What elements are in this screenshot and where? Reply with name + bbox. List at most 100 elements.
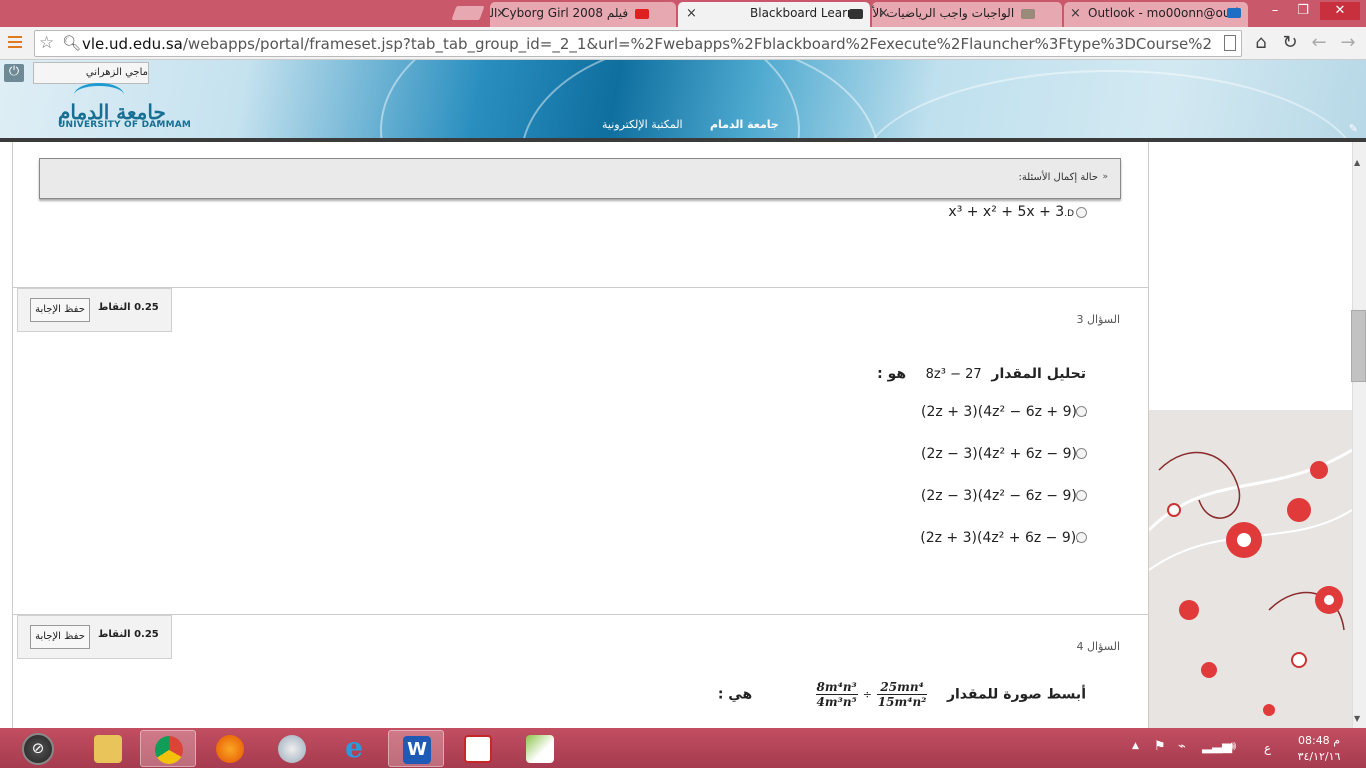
internet-explorer-icon: e [345, 731, 363, 764]
user-name: ماجي الزهراني [85, 67, 148, 78]
decorative-side-panel [1149, 142, 1352, 728]
minimize-button[interactable]: – [1262, 2, 1288, 20]
option-expression: (2z − 3)(4z² + 6z − 9) [921, 446, 1077, 462]
search-icon: 🔍︎ [62, 34, 82, 52]
scrollbar-thumb[interactable] [1351, 310, 1366, 382]
word-icon: W [403, 736, 431, 764]
page-icon [1021, 8, 1035, 19]
q4-number: السؤال 4 [1076, 640, 1120, 653]
q4-text-suffix: هي : [717, 686, 753, 703]
page-icon[interactable] [1224, 35, 1236, 51]
question-completion-status[interactable]: حالة إكمال الأسئلة: » [39, 158, 1121, 199]
q3-option-b-radio[interactable] [1076, 448, 1087, 459]
nav-link-library[interactable]: المكتبة الإلكترونية [602, 118, 683, 131]
q3-header-box: حفظ الإجابة 0.25 النقاط [17, 288, 172, 332]
tab-homework[interactable]: الواجبات واجب الرياضيات الأ × [872, 2, 1062, 27]
taskbar-firefox[interactable] [202, 730, 258, 767]
taskbar-paint[interactable] [264, 730, 320, 767]
paint-palette-icon [278, 735, 306, 763]
q3-option-a-radio[interactable] [1076, 406, 1087, 417]
acrobat-icon [464, 735, 492, 763]
site-banner [0, 60, 1366, 142]
scroll-up-icon[interactable]: ▲ [1354, 158, 1360, 167]
page-scrollbar[interactable] [1352, 142, 1366, 728]
close-icon[interactable]: × [1070, 2, 1081, 25]
clock-date[interactable]: ٣٤/١٢/١٦ [1296, 750, 1342, 763]
floral-decoration [1149, 410, 1352, 728]
chrome-icon [155, 736, 183, 764]
option-expression: (2z + 3)(4z² − 6z + 9) [921, 404, 1077, 420]
q3-question-text: تحليل المقدار 8z³ − 27 هو : [877, 366, 1086, 382]
q3-option-d-radio[interactable] [1076, 532, 1087, 543]
flag-icon[interactable]: ⚑ [1154, 739, 1166, 754]
taskbar-acrobat[interactable] [450, 730, 506, 767]
q4-fraction-left: 8m⁴n³ 4m³n⁵ [815, 680, 858, 709]
outlook-icon [1227, 8, 1241, 18]
browser-toolbar: ☆ 🔍︎ vle.ud.edu.sa/webapps/portal/frames… [0, 27, 1366, 60]
taskbar-word[interactable]: W [388, 730, 444, 767]
forward-icon[interactable]: → [1337, 32, 1359, 53]
user-name-bar[interactable]: ماجي الزهراني [33, 62, 149, 84]
tab-title: Outlook - mo00onn@outl [1088, 6, 1239, 20]
floral-pattern-icon [1149, 448, 1352, 716]
home-icon[interactable]: ⌂ [1250, 32, 1272, 53]
volume-icon[interactable]: 🔊︎ [1228, 739, 1236, 754]
scroll-down-icon[interactable]: ▼ [1354, 714, 1360, 723]
q4-save-answer-button[interactable]: حفظ الإجابة [30, 625, 90, 649]
close-icon[interactable]: × [686, 2, 697, 25]
language-indicator[interactable]: ع [1264, 741, 1271, 755]
q3-expression: 8z³ − 27 [925, 367, 982, 382]
clock-time[interactable]: 08:48 م [1296, 734, 1342, 747]
taskbar-draw[interactable] [512, 730, 568, 767]
folder-icon [94, 735, 122, 763]
q2-option-d-radio[interactable] [1076, 207, 1087, 218]
start-button[interactable]: ⊘ [22, 733, 54, 765]
address-bar[interactable]: ☆ 🔍︎ vle.ud.edu.sa/webapps/portal/frames… [34, 30, 1242, 57]
chevron-down-icon[interactable]: » [1102, 172, 1108, 182]
q3-option-a: (2z + 3)(4z² − 6z + 9).A [921, 404, 1086, 424]
completion-status-label: حالة إكمال الأسئلة: [1018, 172, 1098, 183]
option-letter: .D [1064, 209, 1074, 219]
close-icon[interactable]: × [496, 2, 507, 25]
blackboard-icon [849, 9, 863, 19]
divide-sign: ÷ [862, 688, 872, 701]
pen-icon [526, 735, 554, 763]
q3-points: 0.25 النقاط [98, 302, 159, 313]
tab-outlook[interactable]: × Outlook - mo00onn@outl [1064, 2, 1248, 27]
q4-question-text: أبسط صورة للمقدار 8m⁴n³ 4m³n⁵ ÷ 25mn⁴ 15m⁴… [718, 680, 1086, 709]
q3-option-d: (2z + 3)(4z² + 6z − 9).D [920, 530, 1086, 550]
q3-option-c: (2z − 3)(4z² − 6z − 9).C [921, 488, 1086, 508]
back-icon[interactable]: ← [1308, 32, 1330, 53]
browser-tab-strip: فيلم Cyborg Girl 2008 الياباني × × Black… [0, 0, 1366, 27]
reload-icon[interactable]: ↻ [1279, 32, 1301, 53]
url-text[interactable]: vle.ud.edu.sa/webapps/portal/frameset.js… [82, 35, 1212, 53]
close-icon[interactable]: × [878, 2, 889, 25]
logout-icon[interactable]: ⏻ [4, 64, 24, 82]
nav-link-university[interactable]: جامعة الدمام [710, 118, 779, 131]
question-divider [12, 287, 1148, 288]
edit-icon[interactable]: ✎ [1349, 122, 1358, 135]
university-logo-english: UNIVERSITY OF DAMMAM [58, 120, 192, 130]
maximize-button[interactable]: ❐ [1290, 2, 1316, 20]
taskbar-chrome[interactable] [140, 730, 196, 767]
q3-option-c-radio[interactable] [1076, 490, 1087, 501]
q4-expression: 8m⁴n³ 4m³n⁵ ÷ 25mn⁴ 15m⁴n² [815, 680, 928, 709]
star-icon[interactable]: ☆ [39, 33, 54, 53]
new-tab-button[interactable] [451, 6, 485, 20]
q2-option-d: x³ + x² + 5x + 3.D [948, 204, 1074, 224]
tab-cyborg-girl[interactable]: فيلم Cyborg Girl 2008 الياباني × [490, 2, 676, 27]
close-window-button[interactable]: ✕ [1320, 2, 1360, 20]
option-expression: x³ + x² + 5x + 3 [948, 204, 1065, 220]
taskbar-file-explorer[interactable] [80, 730, 136, 767]
youtube-icon [635, 8, 649, 19]
tab-blackboard[interactable]: × Blackboard Learn [678, 2, 870, 27]
q4-fraction-right: 25mn⁴ 15m⁴n² [876, 680, 928, 709]
q3-save-answer-button[interactable]: حفظ الإجابة [30, 298, 90, 322]
menu-icon[interactable] [8, 36, 22, 50]
power-plug-icon[interactable]: ⌁ [1178, 739, 1186, 754]
taskbar-internet-explorer[interactable]: e [326, 730, 382, 767]
option-expression: (2z − 3)(4z² − 6z − 9) [920, 488, 1077, 504]
option-expression: (2z + 3)(4z² + 6z − 9) [920, 530, 1077, 546]
tray-expand-icon[interactable]: ▲ [1132, 741, 1139, 751]
test-content: حالة إكمال الأسئلة: » x³ + x² + 5x + 3.D… [0, 142, 1149, 728]
